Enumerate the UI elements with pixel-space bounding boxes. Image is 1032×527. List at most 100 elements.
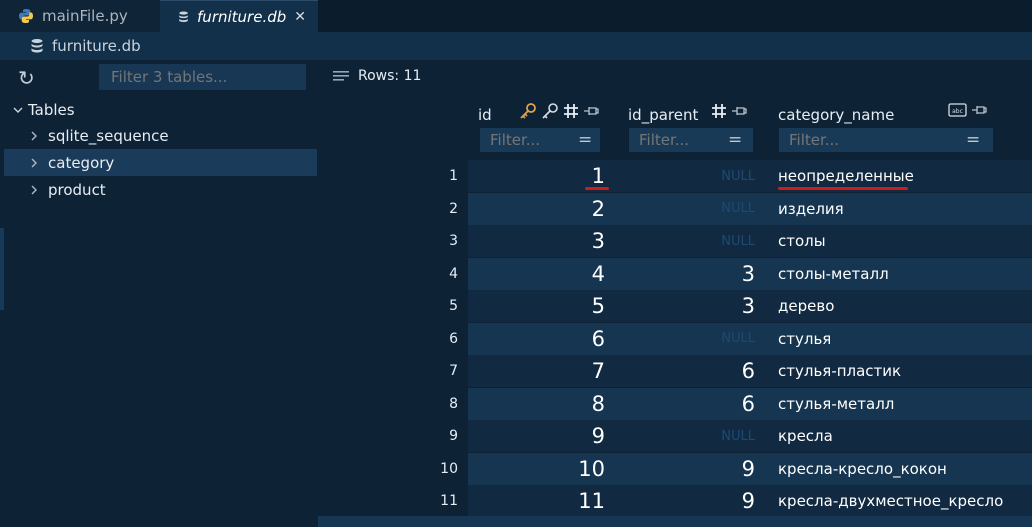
- cell-id[interactable]: 9: [468, 420, 605, 452]
- svg-text:abc: abc: [952, 108, 963, 115]
- pin-icon[interactable]: [970, 102, 988, 118]
- table-row[interactable]: 2 2 NULL изделия: [318, 192, 1032, 225]
- filter-operator-icon[interactable]: =: [578, 128, 592, 152]
- rows-count-label: Rows: 11: [358, 68, 422, 84]
- filter-operator-icon[interactable]: =: [966, 128, 980, 152]
- column-header-category-name[interactable]: category_name: [778, 104, 894, 126]
- key-icon[interactable]: [540, 102, 560, 120]
- rows-icon: [333, 71, 349, 81]
- cell-id-parent[interactable]: 9: [618, 485, 755, 517]
- cell-id[interactable]: 2: [468, 193, 605, 225]
- row-number: 7: [449, 363, 458, 379]
- cell-id[interactable]: 10: [468, 453, 605, 485]
- sidebar-item-label: category: [48, 153, 115, 172]
- cell-id-parent[interactable]: NULL: [618, 193, 755, 225]
- rows-count: Rows: 11: [332, 68, 421, 84]
- red-annotation-underline: [778, 187, 908, 190]
- chevron-down-icon: [13, 107, 23, 113]
- row-number: 11: [440, 493, 458, 509]
- cell-id[interactable]: 8: [468, 388, 605, 420]
- cell-id-parent[interactable]: NULL: [618, 420, 755, 452]
- row-number: 10: [440, 460, 458, 477]
- row-number: 6: [449, 330, 458, 347]
- red-annotation-underline: [585, 187, 609, 190]
- cell-id[interactable]: 6: [468, 323, 605, 355]
- tab-mainfile[interactable]: mainFile.py: [0, 0, 160, 32]
- pin-icon[interactable]: [730, 103, 748, 119]
- chevron-right-icon: [31, 131, 37, 140]
- table-row[interactable]: 9 9 NULL кресла: [318, 420, 1032, 452]
- column-header-id-parent[interactable]: id_parent: [628, 104, 698, 126]
- cell-category-name[interactable]: стулья-металл: [778, 388, 894, 420]
- table-row[interactable]: 4 4 3 столы-металл: [318, 257, 1032, 290]
- filter-tables-input[interactable]: [99, 64, 306, 90]
- cell-id-parent[interactable]: 3: [618, 290, 755, 322]
- tree-root-tables[interactable]: Tables: [12, 98, 75, 122]
- cell-category-name[interactable]: кресла-двухместное_кресло: [778, 485, 1003, 517]
- cell-category-name[interactable]: столы-металл: [778, 258, 889, 290]
- cell-category-name[interactable]: кресла: [778, 420, 833, 452]
- cell-id-parent[interactable]: NULL: [618, 225, 755, 257]
- cell-id-parent[interactable]: NULL: [618, 323, 755, 355]
- breadcrumb-label[interactable]: furniture.db: [52, 37, 141, 55]
- filter-operator-icon[interactable]: =: [728, 128, 742, 152]
- cell-category-name[interactable]: изделия: [778, 193, 844, 225]
- primary-key-icon[interactable]: [518, 102, 538, 120]
- tab-bar: mainFile.py furniture.db ✕: [0, 0, 1032, 32]
- column-icons-id: [518, 102, 600, 120]
- hash-icon[interactable]: [710, 102, 728, 120]
- table-row[interactable]: 5 5 3 дерево: [318, 290, 1032, 322]
- chevron-right-icon: [31, 158, 37, 167]
- cell-id-parent[interactable]: 6: [618, 388, 755, 420]
- row-number: 4: [449, 265, 458, 282]
- row-number: 9: [449, 428, 458, 444]
- sidebar-item-sqlite-sequence[interactable]: sqlite_sequence: [4, 122, 317, 149]
- refresh-icon[interactable]: ↻: [18, 66, 35, 90]
- tab-label: mainFile.py: [42, 7, 128, 25]
- column-header-id[interactable]: id: [478, 104, 492, 126]
- cell-id-parent[interactable]: NULL: [618, 160, 755, 192]
- row-number: 3: [449, 233, 458, 249]
- sidebar-item-category[interactable]: category: [4, 149, 317, 176]
- pin-icon[interactable]: [582, 103, 600, 119]
- row-number: 2: [449, 200, 458, 217]
- table-row[interactable]: 1 1 NULL неопределенные: [318, 160, 1032, 192]
- table-row[interactable]: 8 8 6 стулья-металл: [318, 387, 1032, 420]
- cell-id[interactable]: 5: [468, 290, 605, 322]
- row-number: 8: [449, 395, 458, 412]
- table-row[interactable]: 11 11 9 кресла-двухместное_кресло: [318, 485, 1032, 517]
- tree-root-label: Tables: [28, 101, 75, 119]
- row-number: 5: [449, 298, 458, 314]
- cell-id[interactable]: 4: [468, 258, 605, 290]
- horizontal-scrollbar[interactable]: [318, 516, 1032, 527]
- database-icon: [179, 10, 188, 22]
- close-icon[interactable]: ✕: [294, 9, 306, 25]
- table-row[interactable]: 10 10 9 кресла-кресло_кокон: [318, 452, 1032, 485]
- cell-id-parent[interactable]: 9: [618, 453, 755, 485]
- filter-input-category-name[interactable]: [779, 128, 993, 152]
- cell-id[interactable]: 7: [468, 355, 605, 387]
- cell-category-name[interactable]: кресла-кресло_кокон: [778, 453, 947, 485]
- chevron-right-icon: [31, 185, 37, 194]
- breadcrumb: furniture.db: [0, 32, 1032, 60]
- data-grid: Rows: 11 id = id_parent = category_name: [318, 60, 1032, 527]
- cell-id-parent[interactable]: 6: [618, 355, 755, 387]
- hash-icon[interactable]: [562, 102, 580, 120]
- tab-label: furniture.db: [197, 7, 287, 26]
- sidebar-edge-strip: [0, 228, 4, 310]
- text-type-icon[interactable]: abc: [948, 102, 968, 118]
- cell-id-parent[interactable]: 3: [618, 258, 755, 290]
- table-row[interactable]: 6 6 NULL стулья: [318, 322, 1032, 355]
- sidebar-item-label: sqlite_sequence: [48, 126, 169, 145]
- sidebar-item-product[interactable]: product: [4, 176, 317, 203]
- cell-id[interactable]: 11: [468, 485, 605, 517]
- cell-category-name[interactable]: столы: [778, 225, 826, 257]
- cell-category-name[interactable]: стулья: [778, 323, 831, 355]
- cell-category-name[interactable]: дерево: [778, 290, 834, 322]
- table-row[interactable]: 7 7 6 стулья-пластик: [318, 355, 1032, 387]
- cell-category-name[interactable]: стулья-пластик: [778, 355, 901, 387]
- tab-furniture-db[interactable]: furniture.db ✕: [160, 0, 318, 32]
- sidebar: ↻ Tables sqlite_sequence category produc…: [0, 60, 318, 527]
- table-row[interactable]: 3 3 NULL столы: [318, 225, 1032, 257]
- cell-id[interactable]: 3: [468, 225, 605, 257]
